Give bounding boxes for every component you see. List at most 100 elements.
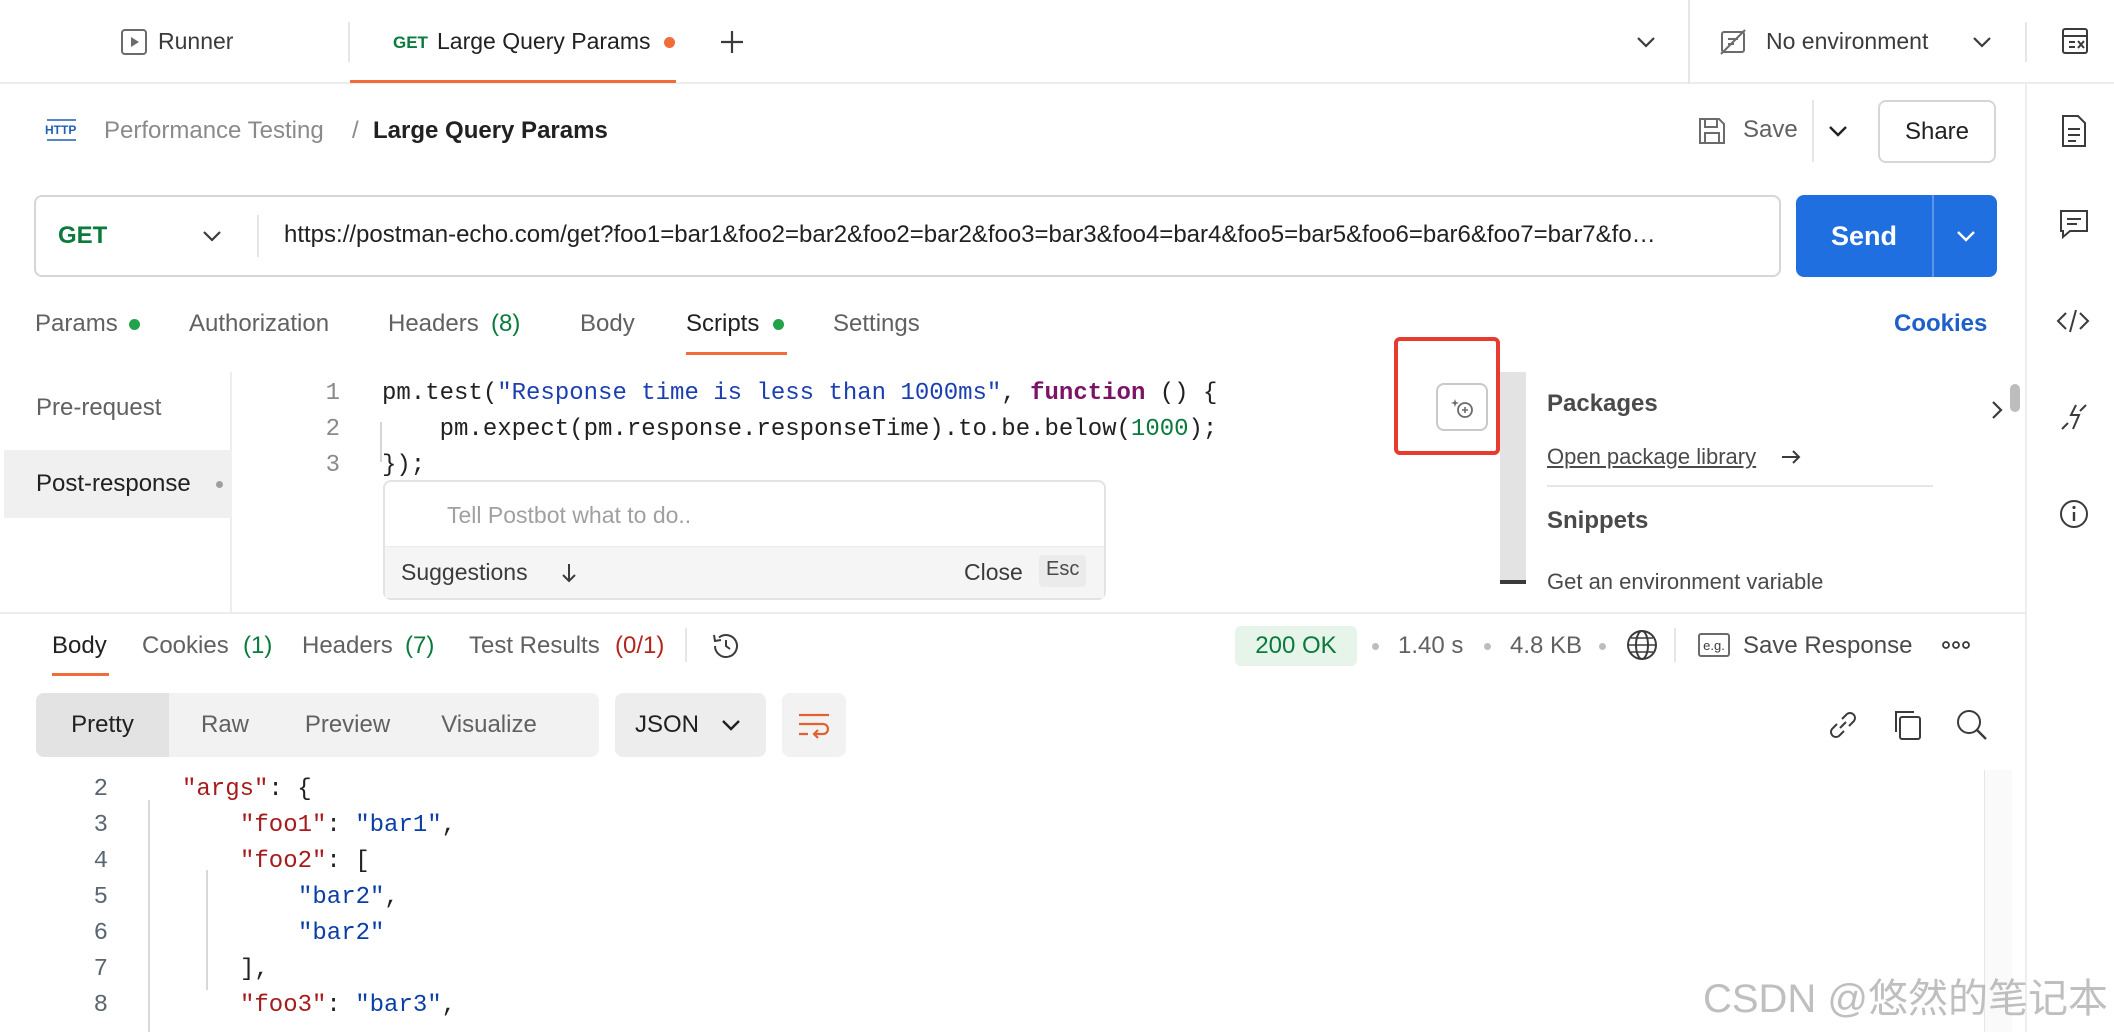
json-line: "foo3": "bar3", <box>240 992 457 1019</box>
code-line-number: 1 <box>325 380 340 407</box>
active-tab-underline <box>350 80 676 83</box>
status-badge[interactable]: 200 OK <box>1235 626 1357 666</box>
history-icon[interactable] <box>710 630 742 662</box>
svg-text:HTTP: HTTP <box>45 123 76 137</box>
environment-chevron-icon <box>1970 30 1994 54</box>
view-pretty[interactable]: Pretty <box>36 693 169 757</box>
view-visualize[interactable]: Visualize <box>414 693 564 757</box>
example-eg-icon: e.g. <box>1698 633 1730 657</box>
meta-dot <box>1372 643 1379 650</box>
response-size[interactable]: 4.8 KB <box>1510 632 1582 660</box>
post-response-label: Post-response <box>36 470 191 497</box>
response-cookies-count: (1) <box>243 632 273 659</box>
meta-dot <box>1599 643 1606 650</box>
more-options-icon[interactable] <box>1941 638 1971 652</box>
postbot-prompt: Tell Postbot what to do.. Suggestions Cl… <box>383 480 1106 600</box>
tab-settings[interactable]: Settings <box>833 310 920 338</box>
runner-play-icon <box>120 28 148 56</box>
search-icon[interactable] <box>1955 708 1989 742</box>
post-response-item[interactable]: Post-response <box>4 450 232 518</box>
view-raw[interactable]: Raw <box>169 693 281 757</box>
pre-request-item[interactable]: Pre-request <box>36 394 161 422</box>
response-tab-tests[interactable]: Test Results <box>469 632 600 660</box>
tab-params[interactable]: Params <box>35 310 118 338</box>
http-request-icon: HTTP <box>44 112 80 148</box>
breadcrumb-request-name[interactable]: Large Query Params <box>373 117 608 145</box>
save-response-button[interactable]: e.g. Save Response <box>1698 630 1918 664</box>
tab-scripts[interactable]: Scripts <box>686 310 759 338</box>
unsaved-dot <box>664 37 675 48</box>
runner-tab-label: Runner <box>158 28 234 54</box>
copy-link-icon[interactable] <box>1826 708 1860 742</box>
esc-key-hint: Esc <box>1039 555 1087 587</box>
environment-quick-look-icon[interactable] <box>2060 26 2090 56</box>
view-preview[interactable]: Preview <box>281 693 414 757</box>
tab-headers[interactable]: Headers <box>388 310 479 338</box>
method-value: GET <box>58 222 108 249</box>
url-input[interactable]: https://postman-echo.com/get?foo1=bar1&f… <box>284 221 1754 255</box>
save-button[interactable]: Save <box>1697 112 1811 150</box>
send-divider <box>1932 195 1934 277</box>
active-request-tab[interactable]: GET Large Query Params <box>350 0 676 84</box>
tab-authorization[interactable]: Authorization <box>189 310 329 338</box>
method-url-divider <box>257 215 259 257</box>
indent-guide <box>380 422 382 462</box>
params-status-dot <box>129 319 140 330</box>
send-button[interactable]: Send <box>1796 195 1932 277</box>
suggestions-button[interactable]: Suggestions <box>401 559 528 586</box>
response-tab-cookies[interactable]: Cookies <box>142 632 229 660</box>
format-select[interactable]: JSON <box>615 693 766 757</box>
send-options-chevron-icon[interactable] <box>1954 224 1978 248</box>
postbot-close-button[interactable]: Close <box>964 559 1023 586</box>
panel-scrollbar-thumb[interactable] <box>2010 384 2020 412</box>
save-options-chevron-icon[interactable] <box>1826 119 1850 143</box>
json-line: "foo1": "bar1", <box>240 812 457 839</box>
method-chevron-icon <box>200 224 224 248</box>
response-tab-headers[interactable]: Headers <box>302 632 393 660</box>
tab-body[interactable]: Body <box>580 310 635 338</box>
response-time[interactable]: 1.40 s <box>1398 632 1463 660</box>
cookies-link[interactable]: Cookies <box>1894 310 1987 338</box>
tests-history-divider <box>685 628 687 662</box>
code-line-number: 2 <box>325 416 340 443</box>
environment-label: No environment <box>1766 28 1929 54</box>
save-label: Save <box>1743 116 1798 143</box>
network-globe-icon[interactable] <box>1625 628 1659 662</box>
related-collections-icon[interactable] <box>2059 402 2089 432</box>
pane-divider[interactable] <box>0 612 2025 614</box>
postbot-input[interactable]: Tell Postbot what to do.. <box>447 502 691 529</box>
environment-selector[interactable]: No environment <box>1716 22 1996 62</box>
panel-resize-strip[interactable] <box>1500 372 1526 584</box>
wrap-lines-button[interactable] <box>782 693 846 757</box>
snippet-item[interactable]: Get an environment variable <box>1547 569 1823 595</box>
save-divider <box>1812 100 1814 162</box>
code-icon[interactable] <box>2056 306 2090 336</box>
packages-title: Packages <box>1547 390 1658 417</box>
runner-tab[interactable]: Runner <box>120 27 240 61</box>
view-mode-tabs: Pretty Raw Preview Visualize <box>36 693 599 757</box>
indent-guide <box>206 870 208 990</box>
json-line-number: 8 <box>93 992 108 1019</box>
open-package-library-link[interactable]: Open package library <box>1547 444 1756 470</box>
breadcrumb-collection[interactable]: Performance Testing <box>104 117 324 145</box>
copy-icon[interactable] <box>1891 708 1925 742</box>
info-icon[interactable] <box>2058 498 2090 530</box>
share-button[interactable]: Share <box>1878 100 1996 163</box>
json-line-number: 4 <box>93 848 108 875</box>
response-tab-body[interactable]: Body <box>52 632 107 660</box>
code-line: pm.expect(pm.response.responseTime).to.b… <box>382 416 1218 443</box>
panel-resize-handle <box>1500 580 1526 584</box>
new-tab-plus-icon[interactable] <box>718 28 746 56</box>
tabs-overflow-chevron-icon[interactable] <box>1634 30 1658 54</box>
env-divider <box>1688 0 1690 84</box>
url-bar: GET https://postman-echo.com/get?foo1=ba… <box>34 195 1781 277</box>
comments-icon[interactable] <box>2058 208 2090 240</box>
panel-collapse-chevron-icon[interactable] <box>1988 398 2006 422</box>
wrap-lines-icon <box>797 710 831 740</box>
method-select[interactable]: GET <box>36 197 256 275</box>
documentation-icon[interactable] <box>2060 114 2088 148</box>
save-disk-icon <box>1697 116 1727 146</box>
scripts-status-dot <box>773 319 784 330</box>
postbot-trigger-button[interactable] <box>1436 383 1488 431</box>
tab-bar: Runner GET Large Query Params No environ… <box>0 0 2114 84</box>
